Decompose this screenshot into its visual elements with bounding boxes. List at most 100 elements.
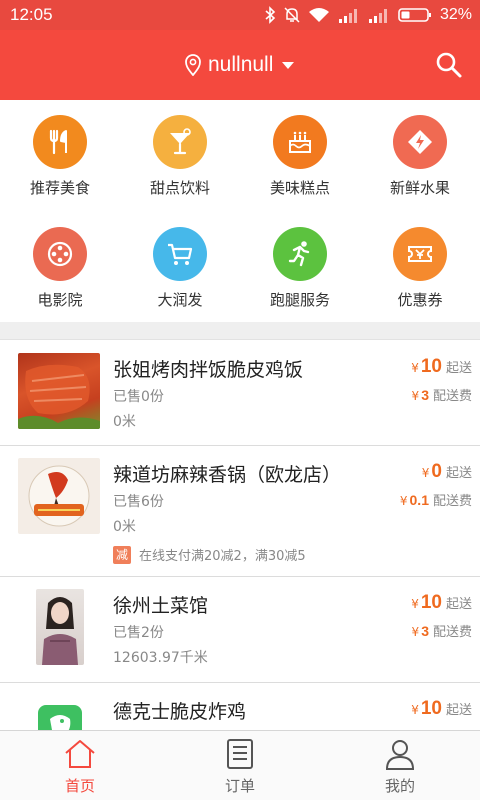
shop-distance: 0米 (113, 519, 136, 535)
min-order-unit: 起送 (445, 703, 472, 718)
delivery-fee-unit: 配送费 (432, 625, 472, 640)
battery-icon (398, 8, 431, 22)
category-label: 优惠券 (397, 291, 443, 309)
location-pin-icon (185, 54, 201, 76)
status-bar: 12:05 32% (0, 0, 480, 30)
shop-thumbnail (18, 353, 100, 429)
tab-orders[interactable]: 订单 (160, 731, 320, 800)
shop-thumbnail (18, 458, 100, 534)
shop-item[interactable]: 张姐烤肉拌饭脆皮鸡饭 已售0份 0米 ¥ 10 起送 ¥ 3 配送费 (0, 341, 480, 446)
mute-bell-icon (284, 7, 300, 23)
category-label: 电影院 (37, 291, 83, 309)
tab-label: 首页 (64, 777, 95, 795)
currency-symbol: ¥ (411, 361, 419, 375)
location-text: nullnull (208, 53, 274, 76)
runner-icon (273, 227, 327, 281)
min-order-price: ¥ 0 起送 (422, 461, 472, 483)
category-coupons[interactable]: 优惠券 (360, 212, 480, 312)
order-list-icon (227, 739, 253, 769)
app-header: nullnull (0, 30, 480, 100)
search-icon (436, 52, 462, 78)
category-label: 大润发 (157, 291, 203, 309)
currency-symbol: ¥ (411, 389, 420, 403)
signal-icon (338, 9, 357, 23)
category-cinema[interactable]: 电影院 (0, 212, 120, 312)
min-order-value: 0 (431, 461, 442, 482)
film-reel-icon (33, 227, 87, 281)
shop-promotion: 减 在线支付满20减2，满30减5 (113, 545, 306, 564)
cart-icon (153, 227, 207, 281)
min-order-unit: 起送 (445, 466, 472, 481)
category-grid: 推荐美食 甜点饮料 美味糕点 新鲜水果 电影院 大润发 跑腿服务 优惠券 (0, 100, 480, 322)
home-icon (65, 740, 95, 768)
shop-sold-count: 已售2份 (113, 625, 164, 641)
currency-symbol: ¥ (421, 466, 430, 480)
delivery-fee-unit: 配送费 (432, 494, 472, 509)
shop-name: 张姐烤肉拌饭脆皮鸡饭 (113, 359, 304, 381)
shop-name: 德克士脆皮炸鸡 (113, 701, 247, 723)
min-order-value: 10 (420, 592, 442, 613)
min-order-value: 10 (420, 356, 442, 377)
tab-label: 我的 (384, 777, 415, 795)
shop-thumbnail (36, 589, 84, 665)
section-divider (0, 322, 480, 340)
shop-thumbnail (36, 701, 84, 730)
bluetooth-icon (265, 6, 276, 24)
delivery-fee: ¥ 0.1 配送费 (400, 490, 472, 509)
status-icons: 32% (264, 5, 472, 25)
bottom-tab-bar: 首页 订单 我的 (0, 730, 480, 800)
cocktail-icon (153, 115, 207, 169)
shop-item[interactable]: 徐州土菜馆 已售2份 12603.97千米 ¥ 10 起送 ¥ 3 配送费 (0, 577, 480, 683)
category-desserts-drinks[interactable]: 甜点饮料 (120, 100, 240, 200)
min-order-price: ¥ 10 起送 (411, 592, 472, 614)
category-label: 推荐美食 (29, 179, 90, 197)
user-icon (385, 740, 415, 770)
search-button[interactable] (434, 50, 464, 80)
min-order-value: 10 (420, 698, 442, 719)
category-label: 甜点饮料 (149, 179, 210, 197)
category-cakes[interactable]: 美味糕点 (240, 100, 360, 200)
signal-icon-2 (368, 9, 387, 23)
delivery-fee-value: 3 (421, 387, 429, 403)
delivery-fee: ¥ 3 配送费 (412, 621, 472, 640)
location-selector[interactable]: nullnull (184, 50, 295, 80)
category-fresh-fruit[interactable]: 新鲜水果 (360, 100, 480, 200)
shop-sold-count: 已售0份 (113, 389, 164, 405)
currency-symbol: ¥ (411, 597, 419, 611)
battery-percent: 32% (439, 6, 472, 23)
coupon-icon (393, 227, 447, 281)
delivery-fee-unit: 配送费 (432, 389, 472, 404)
min-order-price: ¥ 10 起送 (411, 356, 472, 378)
min-order-unit: 起送 (445, 597, 472, 612)
wifi-icon (308, 8, 329, 22)
category-errand-service[interactable]: 跑腿服务 (240, 212, 360, 312)
min-order-price: ¥ 10 起送 (411, 698, 472, 720)
category-recommended-food[interactable]: 推荐美食 (0, 100, 120, 200)
shop-distance: 12603.97千米 (113, 650, 208, 666)
status-time: 12:05 (10, 5, 53, 24)
min-order-unit: 起送 (445, 361, 472, 376)
shop-distance: 0米 (113, 414, 136, 430)
tab-profile[interactable]: 我的 (320, 731, 480, 800)
caret-down-icon (282, 62, 295, 69)
category-label: 跑腿服务 (269, 291, 330, 309)
delivery-fee: ¥ 3 配送费 (412, 385, 472, 404)
tab-home[interactable]: 首页 (0, 731, 160, 800)
shop-list[interactable]: 张姐烤肉拌饭脆皮鸡饭 已售0份 0米 ¥ 10 起送 ¥ 3 配送费 辣道坊麻辣… (0, 341, 480, 730)
shop-name: 徐州土菜馆 (113, 595, 209, 617)
shop-sold-count: 已售6份 (113, 494, 164, 510)
shop-item[interactable]: 德克士脆皮炸鸡 ¥ 10 起送 (0, 683, 480, 730)
category-label: 美味糕点 (269, 179, 330, 197)
category-rt-mart[interactable]: 大润发 (120, 212, 240, 312)
tab-label: 订单 (224, 777, 255, 795)
currency-symbol: ¥ (411, 625, 420, 639)
promotion-text: 在线支付满20减2，满30减5 (139, 549, 306, 564)
delivery-fee-value: 3 (421, 623, 429, 639)
currency-symbol: ¥ (399, 494, 408, 508)
discount-tag: 减 (113, 545, 131, 564)
fork-knife-icon (33, 115, 87, 169)
shop-item[interactable]: 辣道坊麻辣香锅（欧龙店） 已售6份 0米 减 在线支付满20减2，满30减5 ¥… (0, 446, 480, 577)
shop-name: 辣道坊麻辣香锅（欧龙店） (113, 464, 342, 486)
currency-symbol: ¥ (411, 703, 419, 717)
cake-icon (273, 115, 327, 169)
